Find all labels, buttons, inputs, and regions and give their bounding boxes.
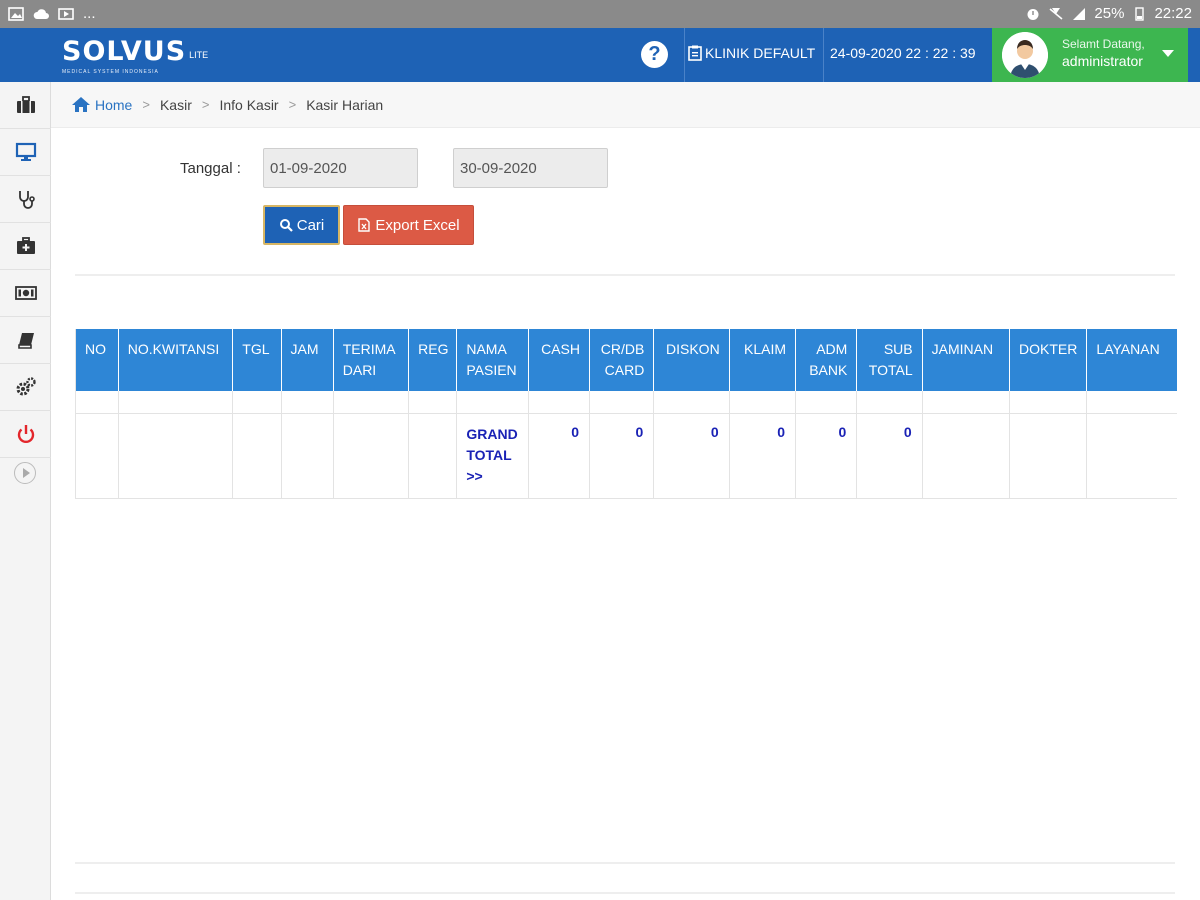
monitor-icon (15, 142, 36, 161)
signal-icon (1071, 7, 1087, 21)
sidebar-item-stethoscope[interactable] (0, 176, 51, 223)
column-header: LAYANAN (1086, 329, 1177, 391)
search-button-label: Cari (296, 216, 325, 234)
total-cash: 0 (528, 413, 591, 498)
total-klaim: 0 (729, 413, 797, 498)
sidebar-item-briefcase[interactable] (0, 82, 51, 129)
total-diskon: 0 (653, 413, 730, 498)
welcome-text: Selamt Datang, (1062, 37, 1145, 51)
alarm-icon (1025, 7, 1041, 21)
sidebar (0, 82, 51, 900)
column-header: SUB TOTAL (856, 329, 923, 391)
table-header-row: NO NO.KWITANSI TGL JAM TERIMA DARI REG NA… (76, 329, 1177, 391)
play-notification-icon (58, 7, 74, 21)
column-header: TGL (232, 329, 282, 391)
breadcrumb-home-label: Home (95, 96, 133, 113)
column-header: NO (76, 329, 119, 391)
column-header: TERIMA DARI (333, 329, 410, 391)
breadcrumb-home[interactable]: Home (71, 96, 132, 113)
column-header: KLAIM (729, 329, 797, 391)
column-header: REG (408, 329, 458, 391)
briefcase-icon (16, 96, 35, 113)
column-header: DOKTER (1009, 329, 1088, 391)
help-button[interactable]: ? (641, 41, 668, 68)
total-adm-bank: 0 (795, 413, 858, 498)
column-header: JAM (281, 329, 334, 391)
cashier-table: NO NO.KWITANSI TGL JAM TERIMA DARI REG NA… (75, 329, 1177, 499)
column-header: ADM BANK (795, 329, 858, 391)
export-button-label: Export Excel (375, 216, 460, 234)
breadcrumb-separator: > (142, 97, 150, 112)
column-header: NAMA PASIEN (456, 329, 529, 391)
clinic-name: KLINIK DEFAULT (705, 45, 816, 61)
table-row (76, 391, 1177, 414)
cloud-notification-icon (33, 7, 49, 21)
more-notifications-ellipsis: ... (83, 5, 96, 22)
column-header: JAMINAN (922, 329, 1011, 391)
stethoscope-icon (18, 191, 35, 209)
section-divider (75, 892, 1175, 894)
brand-name: SOLVUS (62, 36, 187, 67)
section-divider (75, 274, 1175, 276)
breadcrumb-item-kasir[interactable]: Kasir (160, 97, 192, 113)
brand-tagline: MEDICAL SYSTEM INDONESIA (62, 69, 159, 75)
no-data-icon (1048, 7, 1064, 21)
solvus-logo[interactable]: SOLVUS LITE MEDICAL SYSTEM INDONESIA (62, 36, 209, 75)
column-header: CR/DB CARD (589, 329, 655, 391)
medical-kit-icon (16, 237, 35, 254)
sidebar-toggle-icon[interactable] (14, 462, 36, 484)
search-button[interactable]: Cari (263, 205, 340, 245)
column-header: DISKON (653, 329, 730, 391)
power-icon (17, 425, 34, 444)
book-icon (17, 333, 34, 349)
header-divider (823, 28, 824, 82)
sidebar-item-logout[interactable] (0, 411, 51, 458)
total-sub-total: 0 (856, 413, 923, 498)
sidebar-item-settings[interactable] (0, 364, 51, 411)
sidebar-item-money[interactable] (0, 270, 51, 317)
home-icon (72, 97, 90, 112)
gears-icon (16, 377, 36, 396)
brand-edition: LITE (189, 50, 209, 60)
breadcrumb-separator: > (288, 97, 297, 112)
battery-percent: 25% (1094, 5, 1125, 22)
sidebar-item-medical-kit[interactable] (0, 223, 51, 270)
header-datetime: 24-09-2020 22 : 22 : 39 (830, 45, 976, 61)
clinic-selector[interactable]: KLINIK DEFAULT (688, 45, 815, 61)
header-divider (684, 28, 685, 82)
date-from-field[interactable] (263, 148, 418, 188)
battery-icon (1131, 6, 1147, 21)
search-icon (279, 219, 293, 232)
section-divider (75, 862, 1175, 864)
grand-total-label: GRAND TOTAL >> (456, 413, 529, 498)
username: administrator (1062, 53, 1143, 69)
total-card: 0 (589, 413, 655, 498)
column-header: NO.KWITANSI (118, 329, 234, 391)
breadcrumb: Home > Kasir > Info Kasir > Kasir Harian (51, 82, 1200, 128)
date-to-field[interactable] (453, 148, 608, 188)
chevron-down-icon[interactable] (1162, 50, 1174, 57)
app-header: SOLVUS LITE MEDICAL SYSTEM INDONESIA ? KL… (0, 28, 1200, 82)
breadcrumb-item-kasir-harian: Kasir Harian (306, 96, 384, 113)
clipboard-icon (688, 45, 702, 61)
user-avatar (1002, 32, 1048, 78)
sidebar-item-book[interactable] (0, 317, 51, 364)
gallery-notification-icon (8, 6, 24, 21)
status-time: 22:22 (1154, 5, 1192, 22)
date-filter-label: Tanggal : (180, 160, 241, 177)
column-header: CASH (528, 329, 591, 391)
sidebar-item-monitor[interactable] (0, 129, 51, 176)
breadcrumb-item-info-kasir[interactable]: Info Kasir (219, 97, 278, 113)
excel-file-icon (358, 218, 371, 232)
export-excel-button[interactable]: Export Excel (343, 205, 474, 245)
grand-total-row: GRAND TOTAL >> 0 0 0 0 0 0 (76, 413, 1177, 498)
user-menu[interactable]: Selamt Datang, administrator (992, 28, 1188, 82)
money-icon (14, 286, 37, 300)
breadcrumb-separator: > (201, 97, 210, 112)
system-status-bar: ... 25% 22:22 (0, 0, 1200, 28)
